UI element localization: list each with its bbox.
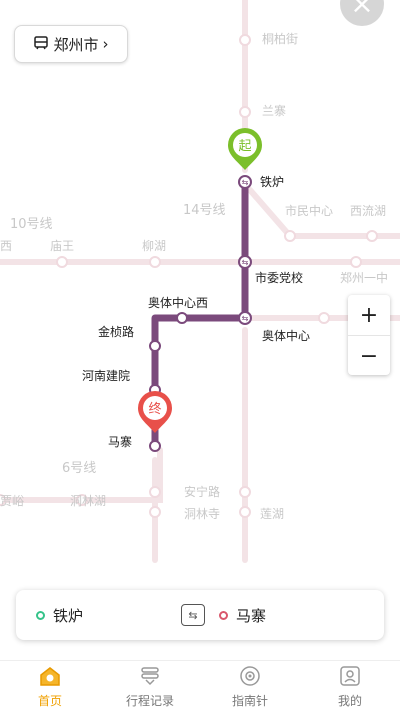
station-label: 西 bbox=[0, 239, 12, 253]
trip-record-icon bbox=[138, 665, 162, 692]
city-name: 郑州市 bbox=[53, 35, 99, 54]
station-jinzhenlu[interactable] bbox=[149, 340, 161, 352]
tab-profile[interactable]: 我的 bbox=[300, 661, 400, 712]
tab-home[interactable]: 首页 bbox=[0, 661, 100, 712]
station-label: 河南建院 bbox=[82, 368, 130, 383]
tab-label: 指南针 bbox=[231, 693, 268, 708]
line-label: 6号线 bbox=[62, 461, 96, 476]
compass-icon bbox=[238, 665, 262, 692]
station-label: 洞林寺 bbox=[184, 507, 220, 521]
to-station-label: 马寨 bbox=[236, 606, 267, 625]
station-label: 庙王 bbox=[50, 239, 74, 253]
start-marker[interactable]: 起 bbox=[228, 128, 262, 170]
city-selector-button[interactable]: 郑州市 › bbox=[14, 25, 128, 63]
line-label: 14号线 bbox=[183, 203, 226, 218]
station-label: 市委党校 bbox=[255, 270, 303, 285]
line-label: 10号线 bbox=[10, 217, 53, 232]
station-aotizhongxinxi[interactable] bbox=[176, 312, 188, 324]
station-label: 洞林湖 bbox=[70, 493, 106, 508]
station-label: 马寨 bbox=[108, 434, 132, 449]
from-station-label: 铁炉 bbox=[53, 606, 84, 625]
start-dot-icon bbox=[36, 610, 45, 620]
tab-compass[interactable]: 指南针 bbox=[200, 661, 300, 712]
swap-stations-button[interactable]: ⇆ bbox=[181, 604, 205, 626]
to-station-field[interactable]: 马寨 bbox=[219, 605, 364, 626]
station-label: 莲湖 bbox=[260, 506, 284, 521]
profile-icon bbox=[338, 665, 362, 692]
station-label: 郑州一中 bbox=[340, 270, 388, 285]
station-label: 奥体中心 bbox=[262, 328, 310, 343]
svg-text:终: 终 bbox=[148, 401, 161, 417]
route-selector-card: 铁炉 ⇆ 马寨 bbox=[16, 590, 384, 640]
station-label: 西流湖 bbox=[350, 203, 386, 218]
tab-trip-record[interactable]: 行程记录 bbox=[100, 661, 200, 712]
zoom-control: + − bbox=[348, 295, 390, 375]
bottom-tab-bar: 首页 行程记录 指南针 我的 bbox=[0, 660, 400, 712]
tab-label: 行程记录 bbox=[125, 693, 174, 708]
zoom-in-button[interactable]: + bbox=[348, 295, 390, 335]
station-label: 铁炉 bbox=[260, 175, 284, 189]
station-label: 兰寨 bbox=[262, 103, 286, 118]
swap-icon: ⇆ bbox=[188, 608, 198, 622]
station-label: 安宁路 bbox=[184, 484, 220, 499]
home-icon bbox=[38, 665, 62, 692]
end-dot-icon bbox=[219, 610, 228, 620]
svg-text:⇆: ⇆ bbox=[242, 314, 249, 323]
station-label: 金桢路 bbox=[98, 324, 134, 339]
end-marker[interactable]: 终 bbox=[138, 391, 172, 433]
station-label: 奥体中心西 bbox=[148, 295, 208, 310]
tab-label: 首页 bbox=[37, 693, 62, 708]
building-icon bbox=[33, 34, 49, 54]
tab-label: 我的 bbox=[337, 693, 362, 708]
station-mazhai[interactable] bbox=[149, 440, 161, 452]
svg-text:⇆: ⇆ bbox=[242, 178, 249, 187]
station-label: 贾峪 bbox=[0, 494, 24, 508]
from-station-field[interactable]: 铁炉 bbox=[36, 605, 181, 626]
chevron-right-icon: › bbox=[102, 35, 109, 53]
zoom-out-button[interactable]: − bbox=[348, 336, 390, 376]
metro-map[interactable]: 桐柏街 兰寨 市民中心 西流湖 庙王 柳湖 西 郑州一中 南庄 贾峪 洞林湖 安… bbox=[0, 0, 400, 660]
station-label: 柳湖 bbox=[142, 238, 166, 253]
svg-text:起: 起 bbox=[238, 139, 251, 154]
station-label: 市民中心 bbox=[285, 203, 333, 218]
close-icon: × bbox=[350, 0, 374, 20]
station-label: 桐柏街 bbox=[262, 31, 298, 46]
svg-text:⇆: ⇆ bbox=[242, 258, 249, 267]
